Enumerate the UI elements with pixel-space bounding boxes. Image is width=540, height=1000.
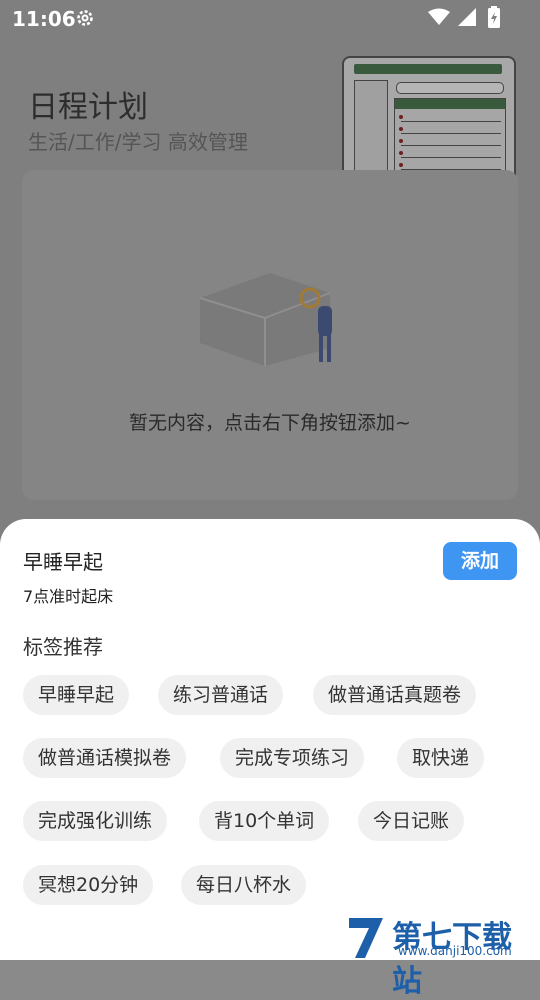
settings-gear-icon — [77, 10, 93, 26]
tag-chip[interactable]: 做普通话模拟卷 — [23, 738, 187, 778]
empty-state-message: 暂无内容，点击右下角按钮添加~ — [129, 412, 411, 434]
tag-chip[interactable]: 完成强化训练 — [23, 801, 168, 841]
tags-heading: 标签推荐 — [23, 635, 103, 659]
tag-chip[interactable]: 练习普通话 — [158, 675, 284, 715]
watermark-url: www.danji100.com — [398, 944, 512, 958]
page-subtitle: 生活/工作/学习 高效管理 — [28, 130, 248, 154]
tag-chip[interactable]: 每日八杯水 — [181, 865, 307, 905]
tag-chip[interactable]: 早睡早起 — [23, 675, 130, 715]
tag-chip[interactable]: 完成专项练习 — [220, 738, 365, 778]
status-bar: 11:06 — [0, 0, 540, 36]
wifi-icon — [428, 8, 450, 25]
page-title: 日程计划 — [28, 90, 148, 125]
tag-chip[interactable]: 背10个单词 — [199, 801, 330, 841]
task-title[interactable]: 早睡早起 — [23, 546, 103, 575]
signal-icon — [458, 8, 476, 26]
battery-icon — [488, 6, 500, 28]
add-button[interactable]: 添加 — [443, 542, 517, 580]
tag-chip[interactable]: 取快递 — [397, 738, 485, 778]
tag-chip[interactable]: 冥想20分钟 — [23, 865, 154, 905]
tag-chip[interactable]: 今日记账 — [358, 801, 465, 841]
task-description[interactable]: 7点准时起床 — [23, 583, 113, 607]
empty-box-illustration — [199, 273, 332, 366]
tag-chip[interactable]: 做普通话真题卷 — [313, 675, 477, 715]
status-time: 11:06 — [12, 7, 76, 31]
